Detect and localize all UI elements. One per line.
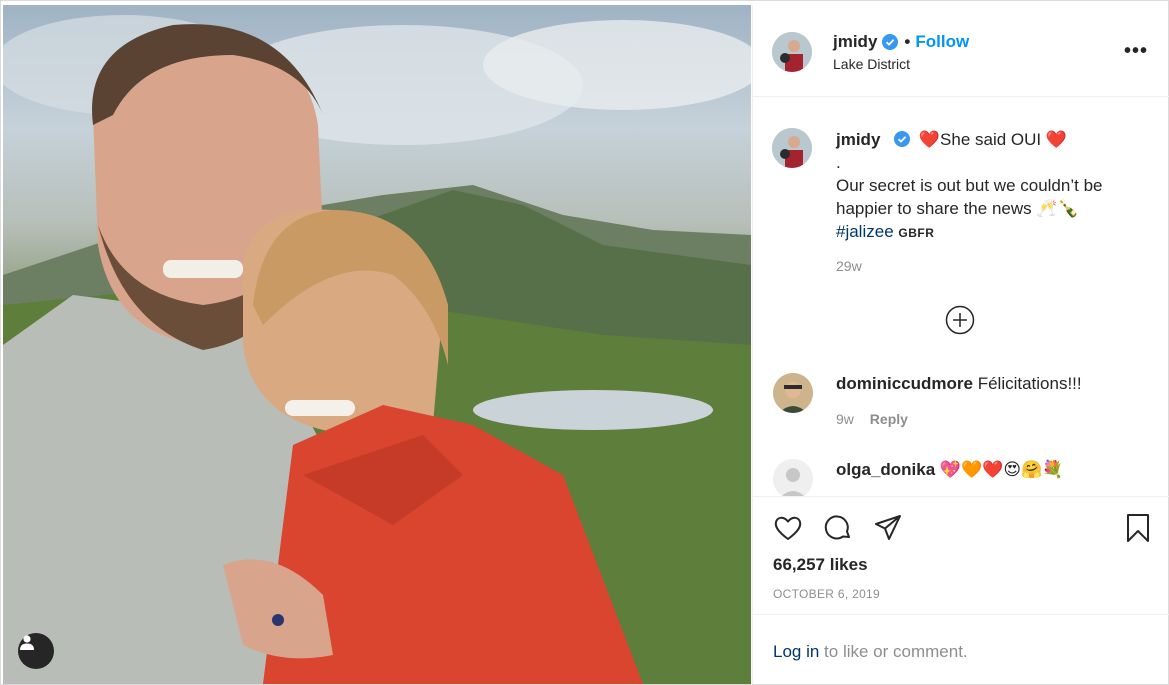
commenter-avatar-image — [773, 373, 813, 413]
heart-icon[interactable] — [773, 513, 803, 543]
caption-avatar-image — [772, 128, 812, 168]
comment-1: dominiccudmore Félicitations!!! — [836, 374, 1082, 394]
action-bar: 66,257 likes OCTOBER 6, 2019 — [753, 496, 1169, 614]
add-circle-icon[interactable] — [945, 305, 975, 335]
comments-section[interactable]: jmidy ❤️She said OUI ❤️ . Our secret is … — [753, 98, 1169, 496]
author-avatar-image — [772, 32, 812, 72]
post-caption: jmidy ❤️She said OUI ❤️ . Our secret is … — [836, 128, 1151, 245]
post-header: jmidy • Follow Lake District ••• — [753, 5, 1169, 97]
login-link[interactable]: Log in — [773, 642, 819, 661]
verified-badge-icon — [894, 131, 911, 147]
login-prompt-rest: to like or comment. — [819, 642, 968, 661]
reply-button[interactable]: Reply — [870, 411, 908, 427]
comment-1-text: Félicitations!!! — [977, 374, 1082, 393]
default-avatar-icon — [773, 459, 813, 496]
user-tag-icon — [20, 635, 34, 650]
caption-hashtag-line: #jalizee GBFR — [836, 220, 1151, 245]
author-avatar[interactable] — [772, 32, 812, 72]
login-prompt-text: Log in to like or comment. — [773, 642, 968, 662]
like-count[interactable]: 66,257 likes — [773, 555, 868, 575]
header-name-line: jmidy • Follow — [833, 32, 969, 52]
caption-line-1: jmidy ❤️She said OUI ❤️ — [836, 128, 1151, 151]
caption-avatar[interactable] — [772, 128, 812, 168]
caption-hashtag[interactable]: #jalizee — [836, 222, 894, 241]
caption-timestamp[interactable]: 29w — [836, 258, 862, 274]
comment-1-meta: 9w Reply — [836, 411, 908, 427]
comment-1-time[interactable]: 9w — [836, 411, 854, 427]
comment-2: olga_donika 💖🧡❤️😍🤗💐 — [836, 460, 1063, 480]
couple-landscape-image — [3, 15, 751, 684]
share-icon[interactable] — [873, 513, 903, 543]
caption-text-line-3: Our secret is out but we couldn’t be hap… — [836, 176, 1103, 218]
caption-text-line-1: ❤️She said OUI ❤️ — [918, 130, 1068, 149]
post-date[interactable]: OCTOBER 6, 2019 — [773, 587, 880, 601]
comment-icon[interactable] — [823, 513, 853, 543]
author-username[interactable]: jmidy — [833, 32, 877, 52]
instagram-post: jmidy • Follow Lake District ••• jmidy ❤… — [0, 0, 1169, 685]
more-options-icon[interactable]: ••• — [1124, 40, 1148, 63]
comment-2-text: 💖🧡❤️😍🤗💐 — [939, 460, 1064, 479]
comment-2-username[interactable]: olga_donika — [836, 460, 935, 479]
caption-suffix: GBFR — [898, 226, 935, 240]
caption-text-line-2: . — [836, 153, 841, 172]
post-photo[interactable] — [3, 5, 751, 684]
login-prompt: Log in to like or comment. — [753, 614, 1169, 684]
commenter-avatar[interactable] — [773, 373, 813, 413]
follow-button[interactable]: Follow — [915, 32, 969, 52]
comment-1-username[interactable]: dominiccudmore — [836, 374, 973, 393]
verified-badge-icon — [882, 34, 899, 50]
bookmark-icon[interactable] — [1123, 513, 1153, 543]
post-sidebar: jmidy • Follow Lake District ••• jmidy ❤… — [752, 5, 1169, 684]
caption-username[interactable]: jmidy — [836, 130, 880, 149]
user-tag-button[interactable] — [18, 633, 54, 669]
commenter-avatar-2[interactable] — [773, 459, 813, 496]
post-location[interactable]: Lake District — [833, 56, 910, 72]
separator-dot: • — [904, 32, 911, 51]
